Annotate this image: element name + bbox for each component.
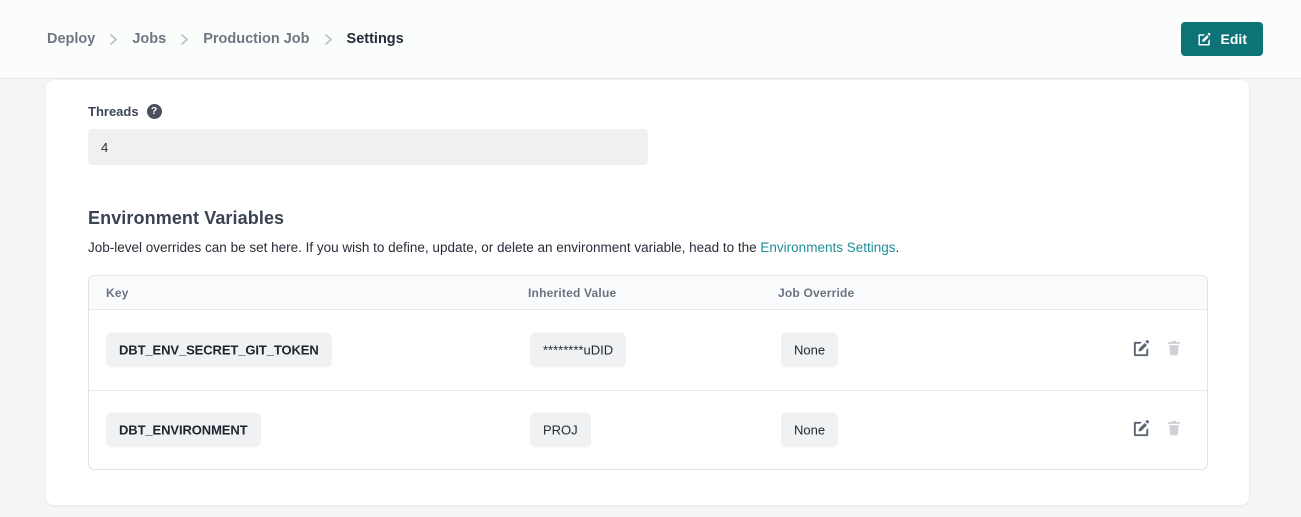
job-override-badge: None (781, 412, 838, 447)
question-circle-icon[interactable]: ? (147, 104, 162, 119)
pencil-square-icon (1132, 339, 1151, 361)
edit-row-button[interactable] (1132, 419, 1151, 441)
breadcrumb: Deploy Jobs Production Job Settings (47, 31, 404, 47)
table-row: DBT_ENVIRONMENT PROJ None (89, 390, 1207, 470)
row-actions (1132, 419, 1183, 441)
column-header-key: Key (106, 286, 129, 300)
inherited-value-badge: ********uDID (530, 332, 626, 367)
top-bar: Deploy Jobs Production Job Settings Edit (0, 0, 1301, 79)
chevron-right-icon (110, 34, 117, 45)
edit-button-label: Edit (1221, 31, 1247, 47)
pencil-square-icon (1132, 419, 1151, 441)
description-period: . (896, 240, 900, 255)
chevron-right-icon (325, 34, 332, 45)
job-override-badge: None (781, 332, 838, 367)
threads-input (88, 129, 648, 165)
environment-variables-description: Job-level overrides can be set here. If … (88, 240, 899, 255)
pencil-square-icon (1197, 32, 1212, 47)
environment-variables-title: Environment Variables (88, 208, 284, 229)
trash-icon (1165, 419, 1183, 440)
row-actions (1132, 339, 1183, 361)
environments-settings-link[interactable]: Environments Settings (760, 240, 895, 255)
settings-card: Threads ? Environment Variables Job-leve… (46, 80, 1249, 505)
edit-row-button[interactable] (1132, 339, 1151, 361)
table-row: DBT_ENV_SECRET_GIT_TOKEN ********uDID No… (89, 310, 1207, 390)
breadcrumb-item-production-job[interactable]: Production Job (203, 31, 309, 47)
env-var-key-badge: DBT_ENV_SECRET_GIT_TOKEN (106, 332, 332, 367)
delete-row-button[interactable] (1165, 419, 1183, 440)
inherited-value-badge: PROJ (530, 412, 591, 447)
description-text: Job-level overrides can be set here. If … (88, 240, 760, 255)
threads-label: Threads (88, 104, 139, 119)
threads-field-label-row: Threads ? (88, 104, 162, 119)
environment-variables-table: Key Inherited Value Job Override DBT_ENV… (88, 275, 1208, 470)
trash-icon (1165, 339, 1183, 360)
column-header-job-override: Job Override (778, 286, 854, 300)
breadcrumb-item-settings: Settings (347, 31, 404, 47)
breadcrumb-item-deploy[interactable]: Deploy (47, 31, 95, 47)
table-header-row: Key Inherited Value Job Override (89, 276, 1207, 310)
chevron-right-icon (181, 34, 188, 45)
column-header-inherited-value: Inherited Value (528, 286, 616, 300)
edit-button[interactable]: Edit (1181, 22, 1263, 56)
env-var-key-badge: DBT_ENVIRONMENT (106, 412, 261, 447)
breadcrumb-item-jobs[interactable]: Jobs (132, 31, 166, 47)
delete-row-button[interactable] (1165, 339, 1183, 360)
